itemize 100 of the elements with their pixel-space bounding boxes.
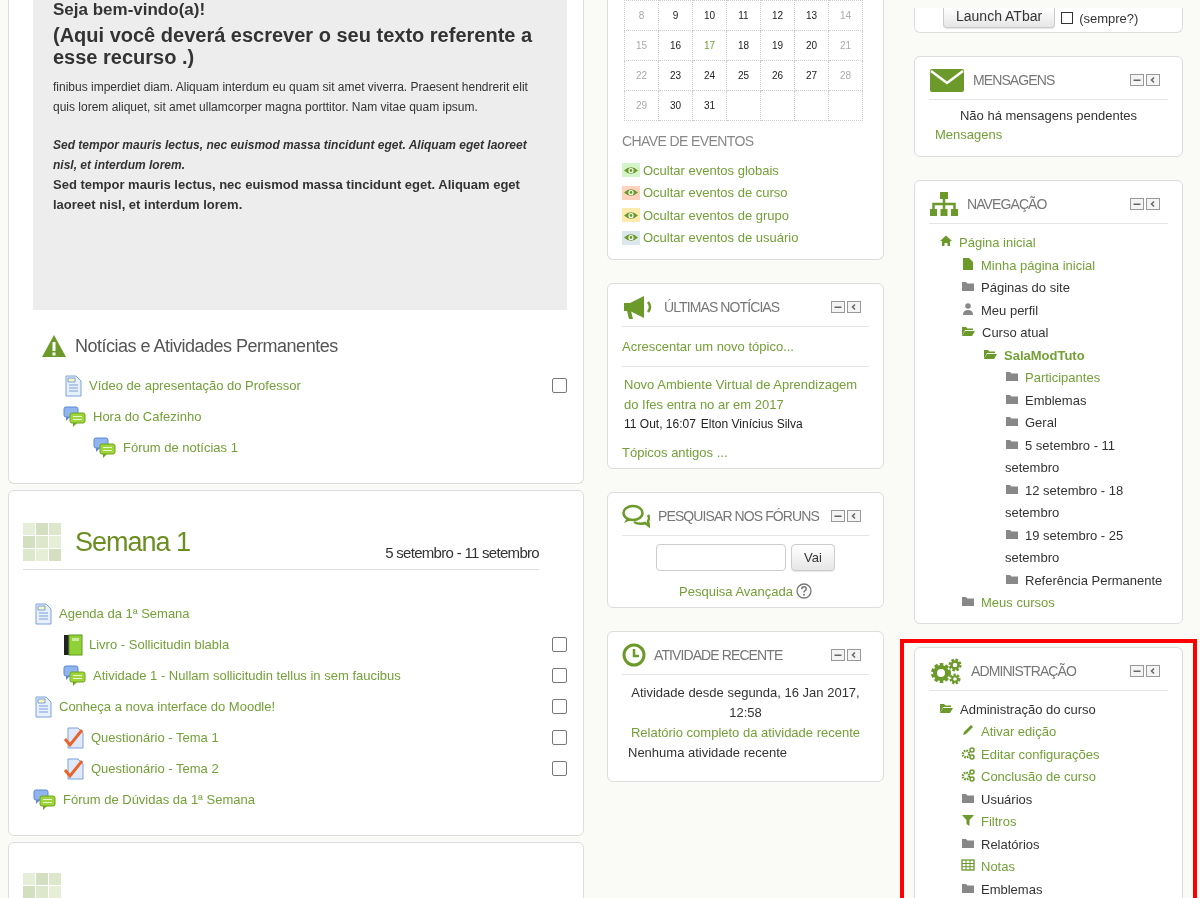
activity-link[interactable]: Questionário - Tema 1 (63, 726, 219, 749)
nav-link[interactable]: Usuários (961, 788, 1164, 811)
calendar-day[interactable]: 18 (726, 30, 761, 61)
nav-link[interactable]: Páginas do site (961, 277, 1164, 300)
minimize-icon[interactable] (831, 301, 845, 313)
nav-link[interactable]: Conclusão de curso (961, 766, 1164, 789)
nav-link[interactable]: Administração do curso (939, 698, 1164, 721)
calendar-day[interactable]: 23 (658, 60, 693, 91)
nav-link[interactable]: Meu perfil (961, 299, 1164, 322)
dock-icon[interactable] (847, 510, 861, 522)
nav-link[interactable]: Participantes (1005, 367, 1164, 390)
nav-link[interactable]: 19 setembro - 25 setembro (1005, 524, 1164, 570)
checkbox[interactable] (1061, 12, 1074, 24)
dock-icon[interactable] (1146, 664, 1160, 677)
nav-link[interactable]: Geral (1005, 412, 1164, 435)
minimize-icon[interactable] (1130, 664, 1144, 677)
nav-link[interactable]: Minha página inicial (961, 254, 1164, 277)
calendar-day[interactable]: 17 (692, 30, 727, 61)
nav-link[interactable]: 12 setembro - 18 setembro (1005, 479, 1164, 525)
calendar-day[interactable]: 20 (794, 30, 829, 61)
calendar-day[interactable]: 21 (828, 30, 863, 61)
calendar-day[interactable]: 29 (624, 90, 659, 121)
calendar-day[interactable]: 10 (692, 0, 727, 31)
full-report-link[interactable]: Relatório completo da atividade recente (630, 725, 861, 740)
activity-link[interactable]: Hora do Cafezinho (63, 405, 202, 428)
dock-icon[interactable] (847, 301, 861, 313)
minimize-icon[interactable] (1130, 198, 1144, 210)
folder-icon (1005, 369, 1019, 383)
advanced-search-link[interactable]: Pesquisa Avançada (679, 583, 793, 599)
add-topic-link[interactable]: Acrescentar um novo tópico... (622, 335, 869, 367)
nav-link[interactable]: Relatórios (961, 833, 1164, 856)
nav-link[interactable]: Notas (961, 856, 1164, 879)
nav-link[interactable]: Ativar edição (961, 721, 1164, 744)
calendar-day[interactable]: 16 (658, 30, 693, 61)
messages-link[interactable]: Mensagens (929, 127, 1168, 148)
completion-checkbox[interactable] (552, 699, 567, 714)
event-toggle-link[interactable]: Ocultar eventos de usuário (643, 230, 799, 246)
nav-link[interactable]: 5 setembro - 11 setembro (1005, 434, 1164, 480)
nav-link[interactable]: Referência Permanente (1005, 569, 1164, 592)
calendar-day[interactable]: 28 (828, 60, 863, 91)
calendar-day[interactable]: 30 (658, 90, 693, 121)
activity-link[interactable]: Conheça a nova interface do Moodle! (33, 695, 276, 718)
section-title: Semana 1 (75, 526, 191, 558)
dock-icon[interactable] (847, 649, 861, 661)
nav-link[interactable]: Meus cursos (961, 592, 1164, 615)
calendar-day[interactable]: 31 (692, 90, 727, 121)
calendar-day[interactable]: 13 (794, 0, 829, 31)
search-field[interactable] (656, 544, 787, 571)
launch-atbar-button[interactable]: Launch ATbar (943, 8, 1056, 28)
calendar-day[interactable]: 14 (828, 0, 863, 31)
nav-link[interactable]: Curso atual (961, 322, 1164, 345)
nav-link[interactable]: Página inicial (939, 232, 1164, 255)
clock-icon (622, 643, 646, 667)
calendar-day[interactable]: 12 (760, 0, 795, 31)
activity-link[interactable]: Fórum de notícias 1 (93, 436, 238, 459)
summary-paragraph: Sed tempor mauris lectus, nec euismod massa tincidunt eget. Aliquam eget laoreet nisl, et interdum lorem. (53, 137, 528, 174)
older-topics-link[interactable]: Tópicos antigos ... (622, 445, 728, 460)
nav-link[interactable]: Emblemas (961, 878, 1164, 898)
calendar-day[interactable]: 19 (760, 30, 795, 61)
event-toggle-link[interactable]: Ocultar eventos de curso (643, 185, 788, 201)
block-title: PESQUISAR NOS FÓRUNS (658, 508, 819, 524)
completion-checkbox[interactable] (552, 378, 567, 393)
chat-icon (622, 504, 650, 528)
envelope-icon (929, 67, 965, 93)
table-icon (961, 858, 975, 872)
activity-link[interactable]: Fórum de Dúvidas da 1ª Semana (33, 788, 255, 811)
completion-checkbox[interactable] (552, 637, 567, 652)
calendar-day[interactable]: 25 (726, 60, 761, 91)
completion-checkbox[interactable] (552, 668, 567, 683)
activity-since-text: Atividade desde segunda, 16 Jan 2017, 12:58 (630, 684, 861, 722)
event-toggle-link[interactable]: Ocultar eventos de grupo (643, 207, 789, 223)
completion-checkbox[interactable] (552, 761, 567, 776)
nav-link[interactable]: SalaModTuto (983, 344, 1164, 367)
go-button[interactable]: Vai (791, 544, 835, 571)
minimize-icon[interactable] (831, 649, 845, 661)
activity-link[interactable]: Livro - Sollicitudin blabla (63, 633, 230, 656)
dock-icon[interactable] (1146, 74, 1160, 86)
activity-link[interactable]: Questionário - Tema 2 (63, 757, 219, 780)
dock-icon[interactable] (1146, 198, 1160, 210)
calendar-day[interactable]: 27 (794, 60, 829, 91)
calendar-day[interactable]: 24 (692, 60, 727, 91)
activity-link[interactable]: Atividade 1 - Nullam sollicitudin tellus in sem faucibus (63, 664, 401, 687)
nav-link[interactable]: Emblemas (1005, 389, 1164, 412)
post-title-link[interactable]: Novo Ambiente Virtual de Aprendizagem do Ifes entra no ar em 2017 (624, 375, 869, 415)
calendar-day[interactable]: 22 (624, 60, 659, 91)
nav-link[interactable]: Filtros (961, 811, 1164, 834)
pencil-icon (961, 723, 975, 737)
activity-link[interactable]: Vídeo de apresentação do Professor (63, 374, 301, 397)
completion-checkbox[interactable] (552, 730, 567, 745)
filter-icon (961, 813, 975, 827)
calendar-day[interactable]: 15 (624, 30, 659, 61)
nav-link[interactable]: Editar configurações (961, 743, 1164, 766)
calendar-day[interactable]: 26 (760, 60, 795, 91)
activity-link[interactable]: Agenda da 1ª Semana (33, 602, 190, 625)
calendar-day[interactable]: 8 (624, 0, 659, 31)
event-toggle-link[interactable]: Ocultar eventos globais (643, 162, 779, 178)
calendar-day[interactable]: 11 (726, 0, 761, 31)
minimize-icon[interactable] (831, 510, 845, 522)
calendar-day[interactable]: 9 (658, 0, 693, 31)
minimize-icon[interactable] (1130, 74, 1144, 86)
